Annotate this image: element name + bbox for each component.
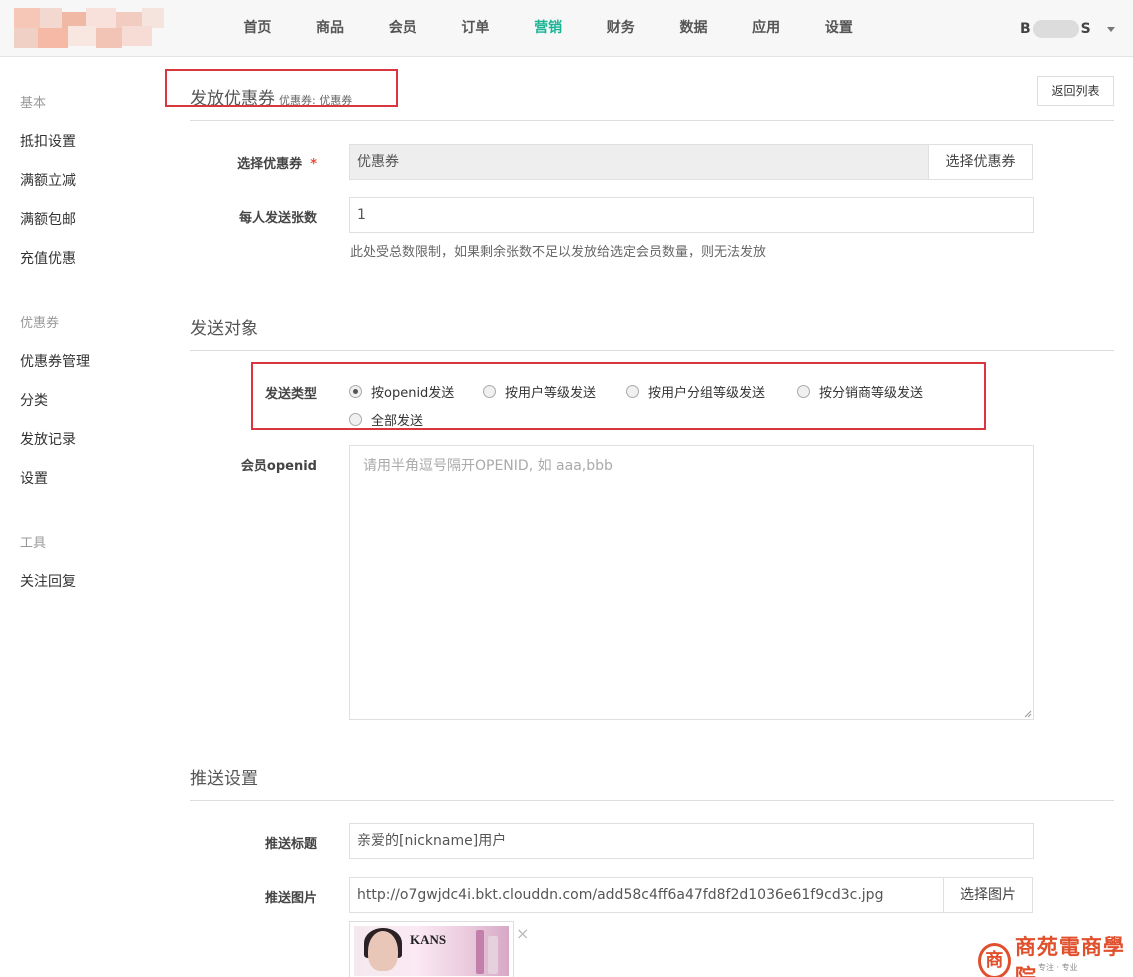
user-name-blur <box>1032 20 1079 38</box>
nav-settings[interactable]: 设置 <box>803 0 876 57</box>
sidebar-group-coupon: 优惠券 <box>20 316 60 331</box>
user-name-end: S <box>1080 21 1091 37</box>
sidebar-item-settings[interactable]: 设置 <box>20 468 48 488</box>
sidebar-item-recharge[interactable]: 充值优惠 <box>20 248 76 268</box>
per-person-count-input[interactable]: 1 <box>349 197 1034 233</box>
thumb-face-shape <box>368 931 398 971</box>
watermark-logo: 商 商苑電商學院 专注 · 专业 <box>978 931 1133 977</box>
sidebar-item-full-reduction[interactable]: 满额立减 <box>20 170 76 190</box>
nav-apps[interactable]: 应用 <box>730 0 803 57</box>
push-image-url-input[interactable]: http://o7gwjdc4i.bkt.clouddn.com/add58c4… <box>349 877 944 913</box>
openid-placeholder: 请用半角逗号隔开OPENID, 如 aaa,bbb <box>363 458 613 474</box>
push-settings-section-title: 推送设置 <box>190 769 258 789</box>
divider <box>190 120 1114 121</box>
user-menu[interactable]: B S <box>1020 18 1115 40</box>
thumbnail-image: KANS <box>354 926 509 976</box>
thumb-bottle-shape <box>476 930 484 974</box>
coupon-label-text: 选择优惠券 <box>237 157 303 172</box>
resize-handle-icon[interactable] <box>1024 710 1032 718</box>
highlight-box-title <box>165 69 398 107</box>
nav-members[interactable]: 会员 <box>366 0 439 57</box>
required-mark: * <box>310 157 317 172</box>
coupon-label: 选择优惠券 * <box>117 153 317 172</box>
divider <box>190 800 1114 801</box>
top-navbar: 首页 商品 会员 订单 营销 财务 数据 应用 设置 B S <box>0 0 1133 57</box>
per-person-help-text: 此处受总数限制，如果剩余张数不足以发放给选定会员数量，则无法发放 <box>350 245 767 260</box>
sidebar-item-free-shipping[interactable]: 满额包邮 <box>20 209 76 229</box>
divider <box>190 350 1114 351</box>
coupon-input[interactable]: 优惠券 <box>349 144 929 180</box>
sidebar-item-deduction[interactable]: 抵扣设置 <box>20 131 76 151</box>
remove-image-icon[interactable]: × <box>516 924 529 943</box>
select-coupon-button[interactable]: 选择优惠券 <box>928 144 1033 180</box>
select-image-button[interactable]: 选择图片 <box>943 877 1033 913</box>
push-image-label: 推送图片 <box>264 891 317 906</box>
watermark-subtext: 专注 · 专业 <box>1038 963 1078 972</box>
push-image-thumbnail: KANS <box>349 921 514 977</box>
nav-products[interactable]: 商品 <box>294 0 367 57</box>
per-person-label: 每人发送张数 <box>238 211 317 226</box>
openid-textarea[interactable]: 请用半角逗号隔开OPENID, 如 aaa,bbb <box>349 445 1034 720</box>
nav-marketing[interactable]: 营销 <box>512 0 585 57</box>
nav-orders[interactable]: 订单 <box>439 0 512 57</box>
sidebar-item-coupon-manage[interactable]: 优惠券管理 <box>20 351 90 371</box>
back-to-list-button[interactable]: 返回列表 <box>1037 76 1114 106</box>
sidebar-item-category[interactable]: 分类 <box>20 390 48 410</box>
send-target-section-title: 发送对象 <box>190 319 258 339</box>
nav-finance[interactable]: 财务 <box>584 0 657 57</box>
push-title-input[interactable]: 亲爱的[nickname]用户 <box>349 823 1034 859</box>
thumb-bottle-shape <box>488 936 498 974</box>
sidebar-group-tools: 工具 <box>20 536 47 551</box>
nav-data[interactable]: 数据 <box>657 0 730 57</box>
sidebar-group-basic: 基本 <box>20 96 47 111</box>
sidebar-item-follow-reply[interactable]: 关注回复 <box>20 571 76 591</box>
sidebar-item-issue-records[interactable]: 发放记录 <box>20 429 76 449</box>
watermark-icon: 商 <box>978 943 1011 977</box>
push-title-label: 推送标题 <box>264 837 317 852</box>
logo[interactable] <box>0 8 166 48</box>
user-name-start: B <box>1020 21 1031 37</box>
caret-down-icon <box>1106 26 1115 32</box>
nav-home[interactable]: 首页 <box>221 0 294 57</box>
openid-label: 会员openid <box>240 459 317 474</box>
main-nav: 首页 商品 会员 订单 营销 财务 数据 应用 设置 <box>221 0 875 57</box>
thumb-brand-text: KANS <box>410 932 447 947</box>
highlight-box-send-type <box>251 362 986 430</box>
